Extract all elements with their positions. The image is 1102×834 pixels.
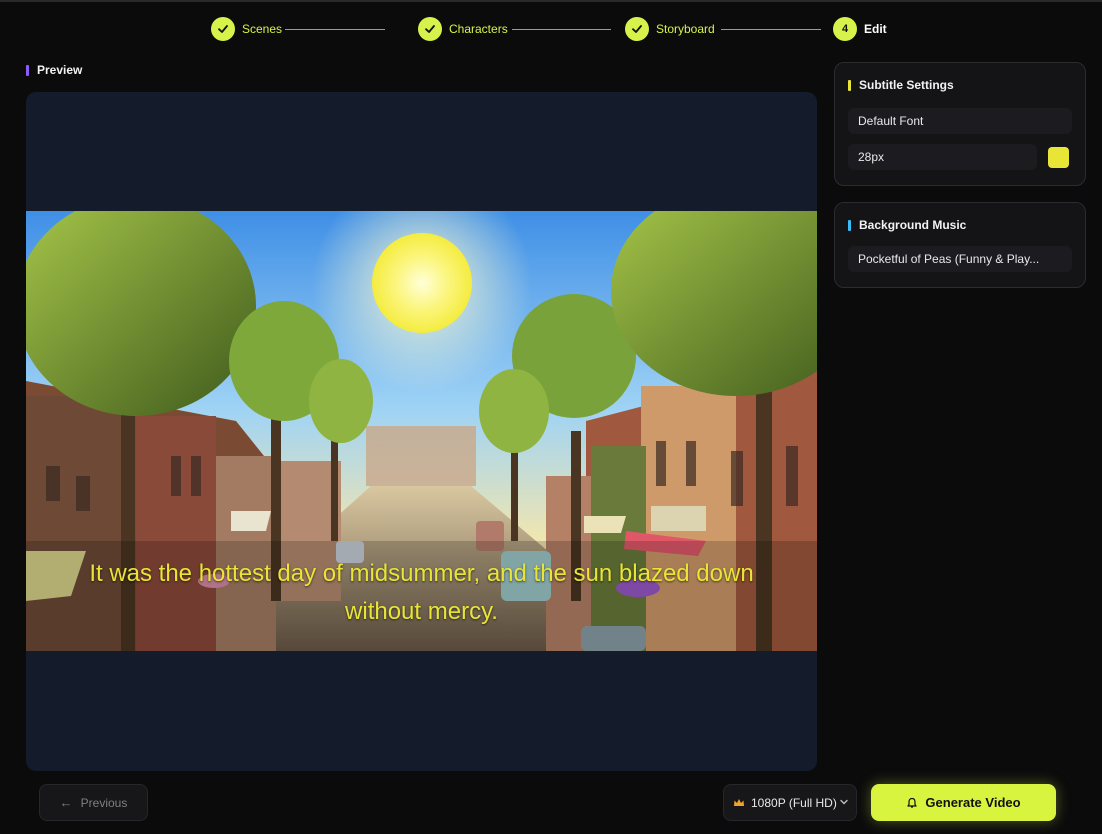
subtitle-overlay: It was the hottest day of midsummer, and… (26, 555, 817, 631)
subtitle-settings-title: Subtitle Settings (859, 78, 954, 92)
top-border (0, 0, 1102, 2)
subtitle-line: without mercy. (345, 598, 498, 625)
subtitle-settings-panel: Subtitle Settings Default Font 28px (834, 62, 1086, 186)
check-icon (625, 17, 649, 41)
preview-title: Preview (37, 63, 83, 77)
step-storyboard[interactable]: Storyboard (625, 17, 715, 41)
font-select[interactable]: Default Font (848, 108, 1072, 134)
subtitle-line: It was the hottest day of midsummer, and… (89, 560, 754, 587)
previous-button[interactable]: ← Previous (39, 784, 148, 821)
step-characters[interactable]: Characters (418, 17, 508, 41)
generate-video-button[interactable]: Generate Video (871, 784, 1056, 821)
video-preview[interactable]: It was the hottest day of midsummer, and… (26, 92, 817, 771)
music-track-select[interactable]: Pocketful of Peas (Funny & Play... (848, 246, 1072, 272)
check-icon (418, 17, 442, 41)
step-connector (285, 29, 385, 30)
section-accent-bar (848, 79, 851, 91)
check-icon (211, 17, 235, 41)
step-label: Scenes (242, 22, 283, 36)
step-connector (721, 29, 821, 30)
step-edit[interactable]: 4 Edit (833, 17, 887, 41)
scene-image: It was the hottest day of midsummer, and… (26, 211, 817, 651)
crown-icon (734, 798, 744, 806)
section-accent-bar (26, 64, 29, 76)
background-music-panel: Background Music Pocketful of Peas (Funn… (834, 202, 1086, 288)
previous-label: Previous (80, 795, 128, 810)
chevron-down-icon (840, 799, 848, 805)
resolution-value: 1080P (Full HD) (751, 795, 837, 810)
step-label: Characters (449, 22, 508, 36)
font-size-input[interactable]: 28px (848, 144, 1037, 170)
arrow-left-icon: ← (59, 795, 73, 810)
preview-header: Preview (26, 63, 82, 77)
background-music-title: Background Music (859, 218, 967, 232)
generate-video-label: Generate Video (925, 795, 1021, 810)
subtitle-settings-header: Subtitle Settings (848, 78, 954, 92)
step-connector (512, 29, 611, 30)
section-accent-bar (848, 219, 851, 231)
step-number: 4 (833, 17, 857, 41)
resolution-select[interactable]: 1080P (Full HD) (723, 784, 857, 821)
step-scenes[interactable]: Scenes (211, 17, 282, 41)
step-label: Storyboard (656, 22, 715, 36)
background-music-header: Background Music (848, 218, 966, 232)
bell-icon (907, 797, 918, 808)
subtitle-color-swatch[interactable] (1048, 147, 1069, 168)
step-label: Edit (864, 22, 887, 36)
